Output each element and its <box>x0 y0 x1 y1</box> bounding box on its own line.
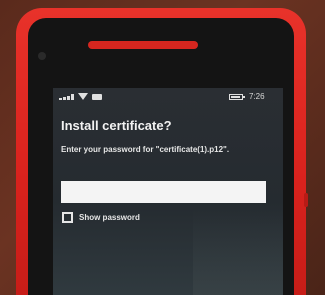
show-password-label: Show password <box>79 213 140 222</box>
password-prompt: Enter your password for "certificate(1).… <box>61 145 230 154</box>
dialog-title: Install certificate? <box>61 118 172 133</box>
password-input[interactable] <box>61 181 266 203</box>
earpiece-speaker <box>88 41 198 49</box>
screen-glare <box>193 208 283 295</box>
status-indicator-icon <box>92 94 102 100</box>
show-password-checkbox[interactable] <box>62 212 73 223</box>
wifi-icon <box>78 93 88 100</box>
signal-icon <box>59 94 77 100</box>
front-camera <box>38 52 46 60</box>
phone-screen: 7:26 Install certificate? Enter your pas… <box>53 88 283 295</box>
clock-time: 7:26 <box>249 92 265 101</box>
side-button <box>304 193 308 207</box>
status-bar: 7:26 <box>53 88 283 106</box>
battery-icon <box>229 94 245 100</box>
